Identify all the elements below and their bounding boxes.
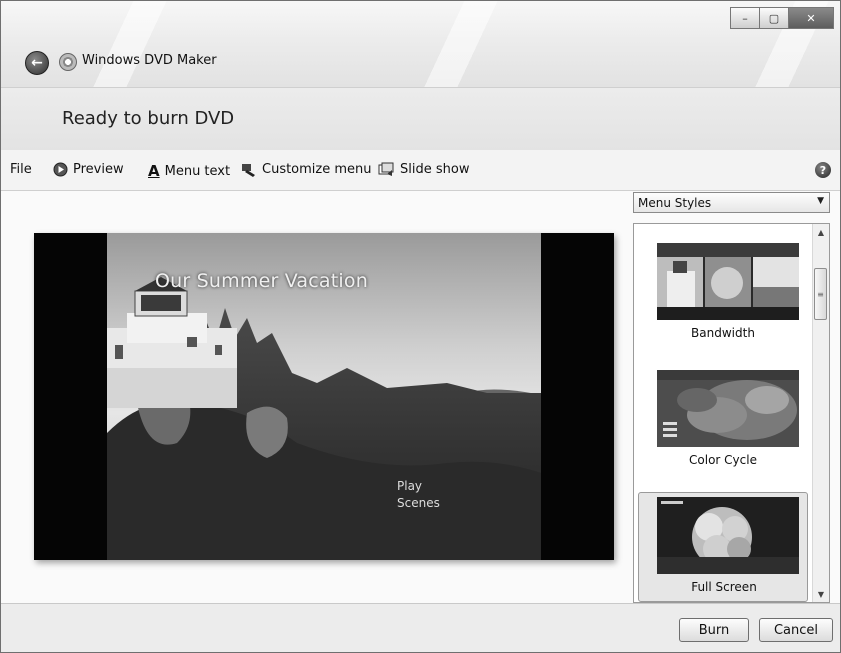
scroll-thumb[interactable]: ≡ bbox=[814, 268, 827, 320]
app-window: – ▢ ✕ ← Windows DVD Maker Ready to burn … bbox=[0, 0, 841, 653]
menu-styles-list: Bandwidth Color Cycle Full Screen ▲ ≡ ▼ bbox=[633, 223, 830, 603]
style-item-color-cycle[interactable]: Color Cycle bbox=[638, 365, 808, 471]
style-item-full-screen[interactable]: Full Screen bbox=[638, 492, 808, 602]
header-band: Ready to burn DVD bbox=[1, 87, 840, 151]
style-item-bandwidth[interactable]: Bandwidth bbox=[638, 238, 808, 344]
slide-show-label: Slide show bbox=[400, 162, 470, 177]
menu-styles-dropdown[interactable]: Menu Styles ▼ bbox=[633, 192, 830, 213]
full-screen-thumbnail bbox=[657, 497, 799, 574]
color-cycle-label: Color Cycle bbox=[689, 453, 757, 467]
minimize-button[interactable]: – bbox=[730, 7, 760, 29]
maximize-button[interactable]: ▢ bbox=[760, 7, 789, 29]
bandwidth-thumbnail bbox=[657, 243, 799, 320]
customize-menu-label: Customize menu bbox=[262, 162, 372, 177]
bandwidth-label: Bandwidth bbox=[691, 326, 755, 340]
preview-label: Preview bbox=[73, 162, 124, 177]
back-button[interactable]: ← bbox=[25, 51, 49, 75]
menu-play-text: Play bbox=[397, 479, 423, 493]
menu-text-label: Menu text bbox=[164, 163, 231, 179]
dvd-menu-preview: Our Summer Vacation Play Scenes bbox=[34, 233, 614, 560]
footer-bar: Burn Cancel bbox=[1, 603, 840, 652]
preview-icon bbox=[53, 162, 68, 177]
file-menu[interactable]: File bbox=[10, 162, 32, 177]
paint-brush-icon bbox=[241, 162, 257, 177]
color-cycle-thumbnail bbox=[657, 370, 799, 447]
dvd-maker-icon bbox=[59, 53, 77, 71]
menu-title-text: Our Summer Vacation bbox=[155, 270, 368, 292]
cancel-button[interactable]: Cancel bbox=[759, 618, 833, 642]
close-button[interactable]: ✕ bbox=[789, 7, 834, 29]
help-icon[interactable]: ? bbox=[815, 162, 831, 178]
customize-menu-button[interactable]: Customize menu bbox=[241, 162, 372, 177]
title-bar: – ▢ ✕ ← Windows DVD Maker bbox=[1, 1, 840, 87]
app-title: Windows DVD Maker bbox=[82, 53, 217, 68]
back-arrow-icon: ← bbox=[31, 55, 43, 71]
window-controls: – ▢ ✕ bbox=[730, 7, 834, 29]
title-bar-sheen bbox=[1, 1, 840, 87]
menu-scenes-text: Scenes bbox=[397, 496, 440, 510]
preview-button[interactable]: Preview bbox=[53, 162, 124, 177]
styles-scrollbar[interactable]: ▲ ≡ ▼ bbox=[812, 224, 829, 602]
slide-show-icon bbox=[378, 162, 395, 177]
full-screen-label: Full Screen bbox=[691, 580, 757, 594]
page-heading: Ready to burn DVD bbox=[62, 108, 235, 129]
file-menu-label: File bbox=[10, 162, 32, 177]
chevron-down-icon: ▼ bbox=[817, 196, 824, 206]
toolbar: File Preview A Menu text Customize menu … bbox=[1, 150, 840, 191]
menu-styles-selected: Menu Styles bbox=[638, 195, 712, 210]
text-a-icon: A bbox=[148, 162, 160, 180]
slide-show-button[interactable]: Slide show bbox=[378, 162, 469, 177]
content-area: Our Summer Vacation Play Scenes Menu Sty… bbox=[1, 191, 840, 603]
scroll-down-icon[interactable]: ▼ bbox=[813, 586, 829, 602]
burn-button[interactable]: Burn bbox=[679, 618, 749, 642]
scroll-up-icon[interactable]: ▲ bbox=[813, 224, 829, 240]
menu-text-button[interactable]: A Menu text bbox=[148, 162, 230, 180]
preview-photo: Our Summer Vacation Play Scenes bbox=[107, 233, 541, 560]
